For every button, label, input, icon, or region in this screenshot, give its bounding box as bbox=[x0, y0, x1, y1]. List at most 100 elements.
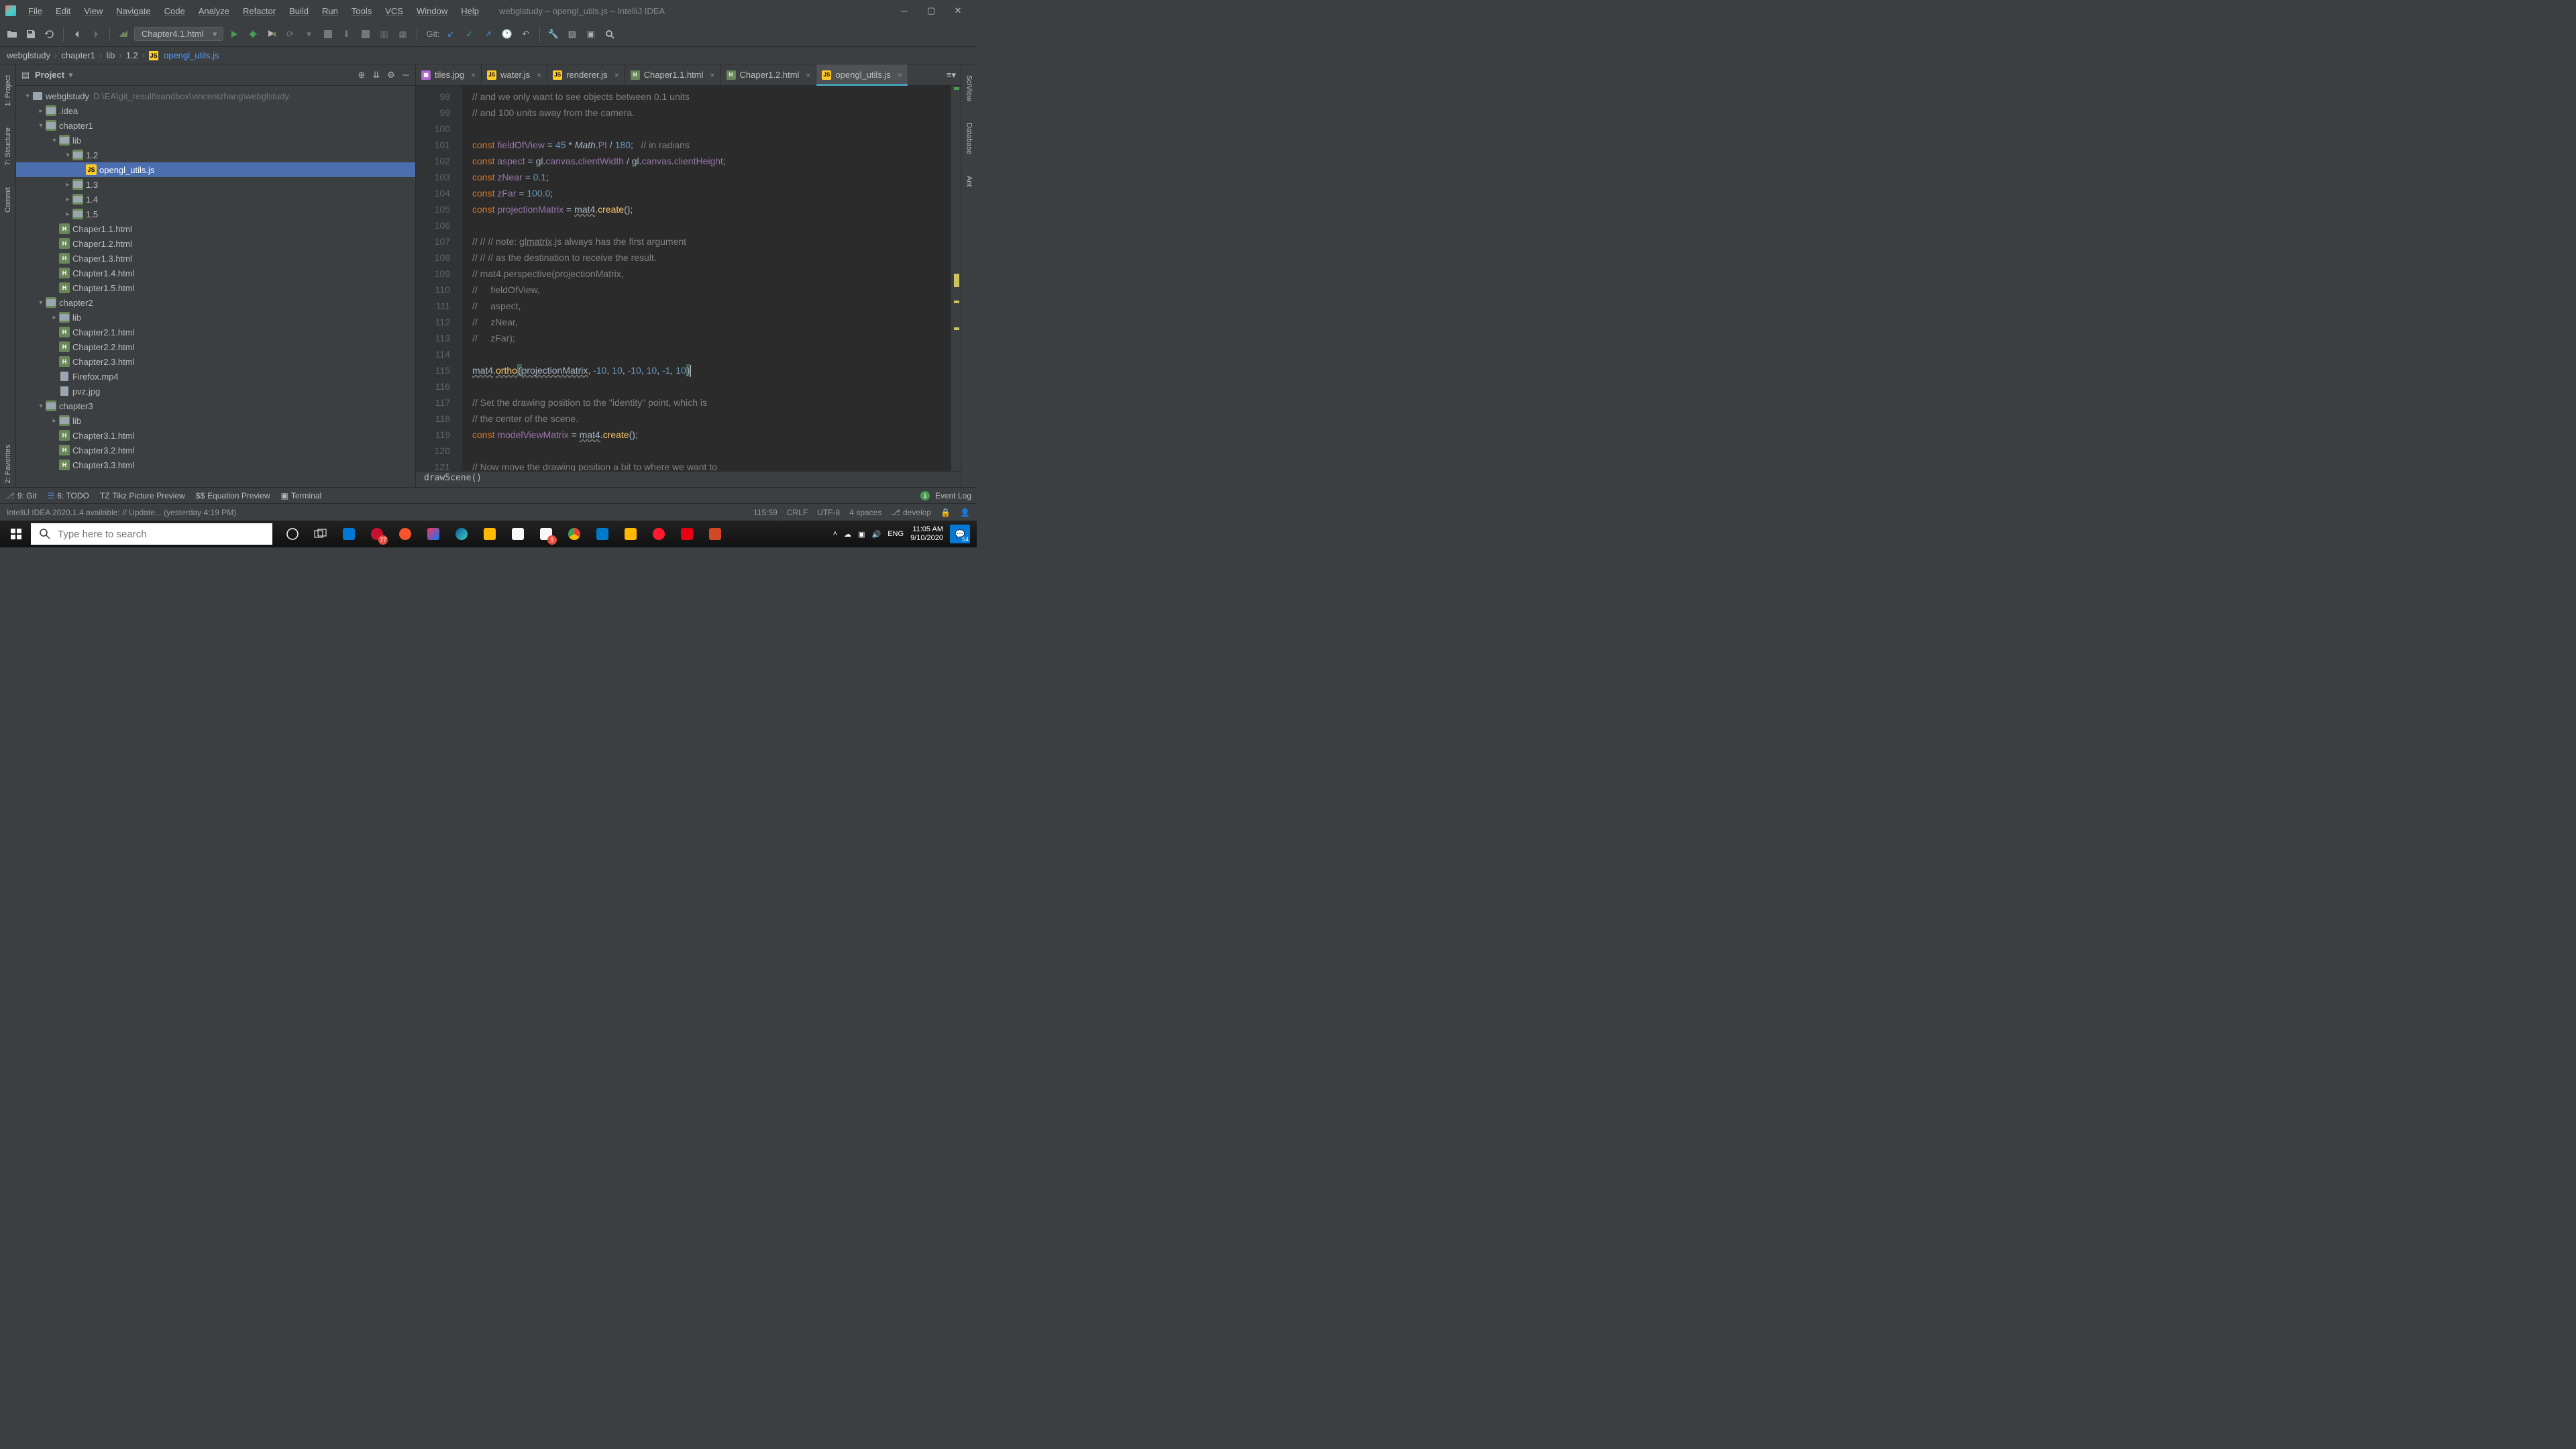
close-tab-icon[interactable]: × bbox=[614, 70, 619, 80]
tree-node-chapter3[interactable]: ▾chapter3 bbox=[16, 398, 415, 413]
settings-icon[interactable]: 🔧 bbox=[545, 26, 561, 42]
code-editor[interactable]: // and we only want to see objects betwe… bbox=[463, 86, 951, 471]
menu-tools[interactable]: Tools bbox=[345, 3, 378, 19]
tray-cloud-icon[interactable]: ☁ bbox=[844, 530, 851, 539]
tree-node-chaper1-3-html[interactable]: HChaper1.3.html bbox=[16, 251, 415, 266]
close-tab-icon[interactable]: × bbox=[471, 70, 476, 80]
crumb-project[interactable]: webglstudy bbox=[7, 50, 50, 60]
profile-icon[interactable]: ⟳ bbox=[282, 26, 299, 42]
back-icon[interactable] bbox=[69, 26, 85, 42]
project-view-icon[interactable]: ▤ bbox=[20, 70, 31, 80]
tab-tiles-jpg[interactable]: ▦tiles.jpg× bbox=[416, 64, 482, 85]
git-push-icon[interactable]: ↗ bbox=[480, 26, 496, 42]
run-icon[interactable] bbox=[226, 26, 242, 42]
crumb-chapter1[interactable]: chapter1 bbox=[61, 50, 95, 60]
tree-node-chapter2-3-html[interactable]: HChapter2.3.html bbox=[16, 354, 415, 369]
tree-node-opengl-utils-js[interactable]: JSopengl_utils.js bbox=[16, 162, 415, 177]
step-icon[interactable]: ⬇ bbox=[339, 26, 355, 42]
search-input[interactable] bbox=[58, 529, 264, 540]
minimize-button[interactable]: ─ bbox=[891, 1, 918, 20]
tree-node-chapter2[interactable]: ▾chapter2 bbox=[16, 295, 415, 310]
tab-chaper1-1-html[interactable]: HChaper1.1.html× bbox=[625, 64, 721, 85]
menu-analyze[interactable]: Analyze bbox=[192, 3, 236, 19]
close-tab-icon[interactable]: × bbox=[806, 70, 810, 80]
tool-project[interactable]: 1: Project bbox=[3, 71, 13, 110]
tree-node-1-2[interactable]: ▾1.2 bbox=[16, 148, 415, 162]
sdk-icon[interactable]: ▣ bbox=[583, 26, 599, 42]
forward-icon[interactable] bbox=[88, 26, 104, 42]
tool-favorites[interactable]: 2: Favorites bbox=[3, 441, 13, 487]
git-update-icon[interactable]: ↙ bbox=[443, 26, 459, 42]
tab-water-js[interactable]: JSwater.js× bbox=[482, 64, 547, 85]
inspection-icon[interactable]: 👤 bbox=[960, 508, 970, 517]
project-structure-icon[interactable]: ▨ bbox=[564, 26, 580, 42]
editor-scrollbar[interactable] bbox=[951, 86, 961, 471]
menu-window[interactable]: Window bbox=[410, 3, 454, 19]
coverage-icon[interactable] bbox=[264, 26, 280, 42]
hide-icon[interactable]: ─ bbox=[400, 70, 411, 80]
tab-renderer-js[interactable]: JSrenderer.js× bbox=[547, 64, 625, 85]
file-encoding[interactable]: UTF-8 bbox=[817, 508, 840, 517]
tray-volume-icon[interactable]: 🔊 bbox=[872, 530, 881, 539]
tray-chevron-icon[interactable]: ˄ bbox=[833, 530, 837, 538]
close-tab-icon[interactable]: × bbox=[537, 70, 541, 80]
search-everywhere-icon[interactable] bbox=[602, 26, 618, 42]
tree-node-firefox-mp4[interactable]: Firefox.mp4 bbox=[16, 369, 415, 384]
taskbar-search[interactable] bbox=[31, 523, 272, 545]
tree-node-chapter1-5-html[interactable]: HChapter1.5.html bbox=[16, 280, 415, 295]
app-notes[interactable] bbox=[617, 521, 644, 547]
tool-sciview[interactable]: SciView bbox=[964, 71, 975, 105]
event-log[interactable]: 1Event Log bbox=[920, 491, 971, 500]
app-intellij[interactable] bbox=[420, 521, 447, 547]
close-tab-icon[interactable]: × bbox=[710, 70, 715, 80]
app-youdao[interactable] bbox=[674, 521, 700, 547]
layout-icon[interactable]: ▥ bbox=[376, 26, 392, 42]
expand-all-icon[interactable]: ⇊ bbox=[371, 70, 382, 80]
tool-ant[interactable]: Ant bbox=[964, 172, 975, 191]
refresh-icon[interactable] bbox=[42, 26, 58, 42]
app-chrome[interactable] bbox=[561, 521, 588, 547]
line-separator[interactable]: CRLF bbox=[787, 508, 808, 517]
git-rollback-icon[interactable]: ↶ bbox=[518, 26, 534, 42]
tree-node-1-3[interactable]: ▸1.3 bbox=[16, 177, 415, 192]
gear-icon[interactable]: ⚙ bbox=[386, 70, 396, 80]
menu-edit[interactable]: Edit bbox=[49, 3, 77, 19]
tool-git[interactable]: ⎇9: Git bbox=[5, 491, 37, 500]
tree-node-chapter2-1-html[interactable]: HChapter2.1.html bbox=[16, 325, 415, 339]
tree-node-chapter3-2-html[interactable]: HChapter3.2.html bbox=[16, 443, 415, 458]
tree-node-chapter1[interactable]: ▾chapter1 bbox=[16, 118, 415, 133]
app-opera[interactable] bbox=[645, 521, 672, 547]
system-tray[interactable]: ˄ ☁ ▣ 🔊 ENG 11:05 AM 9/10/2020 💬54 bbox=[833, 525, 974, 543]
tree-node-chapter3-3-html[interactable]: HChapter3.3.html bbox=[16, 458, 415, 472]
line-gutter[interactable]: 9899100101102103104105106107108109110111… bbox=[416, 86, 463, 471]
task-view-icon[interactable] bbox=[307, 521, 334, 547]
app-mcafee[interactable]: 77 bbox=[364, 521, 390, 547]
grid-icon[interactable]: ▦ bbox=[395, 26, 411, 42]
tree-node-lib[interactable]: ▾lib bbox=[16, 133, 415, 148]
stop2-icon[interactable] bbox=[358, 26, 374, 42]
cursor-position[interactable]: 115:59 bbox=[753, 508, 777, 517]
save-icon[interactable] bbox=[23, 26, 39, 42]
tab-opengl-utils-js[interactable]: JSopengl_utils.js× bbox=[816, 64, 908, 85]
tool-database[interactable]: Database bbox=[964, 119, 975, 158]
tool-equation[interactable]: $$Equation Preview bbox=[196, 491, 270, 500]
tree-node-chaper1-1-html[interactable]: HChaper1.1.html bbox=[16, 221, 415, 236]
menu-view[interactable]: View bbox=[77, 3, 109, 19]
tree-node-pvz-jpg[interactable]: pvz.jpg bbox=[16, 384, 415, 398]
git-commit-icon[interactable]: ✓ bbox=[462, 26, 478, 42]
cortana-icon[interactable] bbox=[279, 521, 306, 547]
menu-refactor[interactable]: Refactor bbox=[236, 3, 282, 19]
project-tree[interactable]: ▾webglstudyD:\EA\git_result\sandbox\vinc… bbox=[16, 86, 415, 487]
maximize-button[interactable]: ▢ bbox=[918, 1, 945, 20]
git-history-icon[interactable]: 🕐 bbox=[499, 26, 515, 42]
menu-vcs[interactable]: VCS bbox=[378, 3, 410, 19]
app-explorer[interactable] bbox=[476, 521, 503, 547]
stop-icon[interactable] bbox=[320, 26, 336, 42]
select-opened-icon[interactable]: ⊕ bbox=[356, 70, 367, 80]
tray-clock[interactable]: 11:05 AM 9/10/2020 bbox=[910, 525, 943, 543]
indent-setting[interactable]: 4 spaces bbox=[849, 508, 881, 517]
lock-icon[interactable]: 🔒 bbox=[941, 508, 951, 517]
app-powerpoint[interactable] bbox=[702, 521, 729, 547]
menu-build[interactable]: Build bbox=[282, 3, 315, 19]
start-button[interactable] bbox=[3, 521, 30, 547]
